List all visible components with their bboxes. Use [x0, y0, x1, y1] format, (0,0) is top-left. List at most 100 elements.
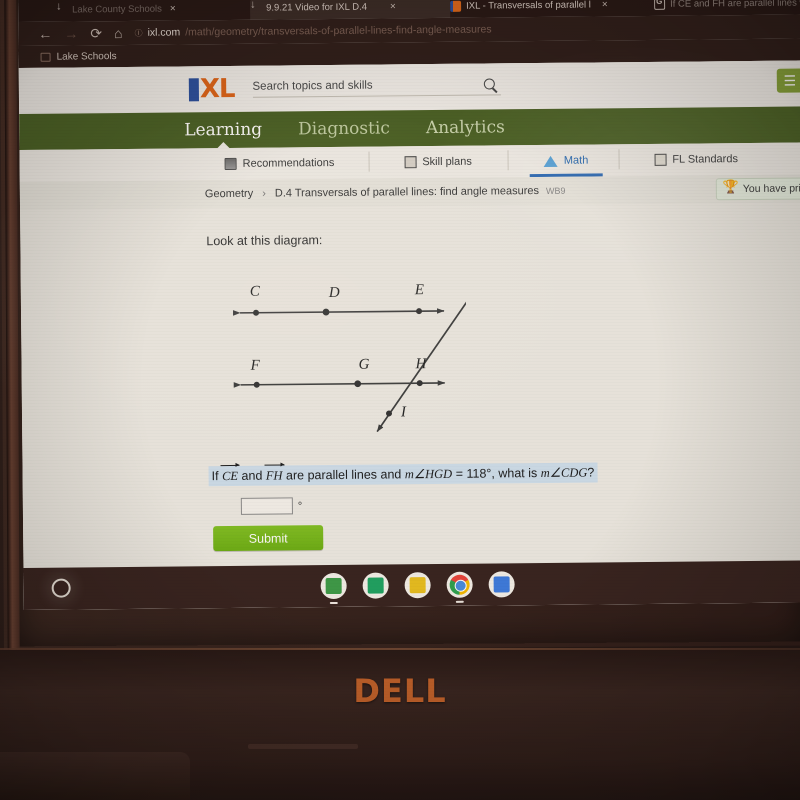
- generic-icon: [56, 5, 67, 16]
- browser-tab-3[interactable]: If CE and FH are parallel lines w: [654, 0, 800, 16]
- ixl-icon: [450, 0, 462, 12]
- browser-tab-title: If CE and FH are parallel lines w: [670, 0, 800, 10]
- divider: [618, 149, 620, 170]
- question-mark: ?: [587, 465, 595, 480]
- answer-input[interactable]: [240, 497, 293, 515]
- running-indicator: [455, 600, 464, 603]
- awards-notification[interactable]: You have pri: [715, 177, 800, 201]
- address-bar[interactable]: Ⓘ ixl.com /math/geometry/transversals-of…: [134, 19, 786, 41]
- breadcrumb-skill: D.4 Transversals of parallel lines: find…: [274, 185, 540, 200]
- nav-item-diagnostic[interactable]: Diagnostic: [298, 118, 390, 139]
- nav-item-learning[interactable]: Learning: [184, 120, 262, 141]
- keep-icon[interactable]: [404, 572, 431, 599]
- degree-symbol: °: [297, 499, 303, 512]
- close-icon[interactable]: ×: [170, 3, 176, 14]
- classroom-icon[interactable]: [320, 572, 347, 605]
- question-text: If CE and FH are parallel lines and m∠HG…: [208, 462, 598, 487]
- label-I: I: [400, 404, 407, 420]
- launcher-circle-icon[interactable]: [51, 578, 71, 598]
- breadcrumb-skill-code: WB9: [545, 185, 566, 196]
- breadcrumb-separator: ›: [262, 187, 266, 200]
- standards-clipboard-icon: [654, 153, 667, 166]
- question-tail: , what is: [491, 466, 538, 481]
- laptop-base-left-corner: [0, 752, 190, 800]
- browser-tab-1[interactable]: 9.9.21 Video for IXL D.4 ×: [249, 0, 451, 20]
- trophy-icon: [723, 182, 737, 196]
- forward-icon[interactable]: →: [64, 25, 78, 41]
- back-icon[interactable]: ←: [38, 26, 52, 42]
- running-indicator: [329, 601, 338, 605]
- laptop-screen: Lake County Schools × 9.9.21 Video for I…: [18, 0, 800, 610]
- url-path: /math/geometry/transversals-of-parallel-…: [185, 23, 492, 39]
- tab-math[interactable]: Math: [507, 145, 589, 177]
- divider: [507, 150, 509, 171]
- tab-recommendations[interactable]: Recommendations: [224, 147, 334, 180]
- lock-icon: Ⓘ: [134, 28, 143, 38]
- browser-tab-title: IXL - Transversals of parallel l: [466, 0, 591, 12]
- trackpad-edge: [248, 744, 358, 749]
- math-triangle-icon: [543, 155, 558, 167]
- tab-label: FL Standards: [672, 153, 738, 166]
- skill-plans-icon: [404, 156, 417, 169]
- logo-bar: [188, 77, 199, 101]
- logo-text: XL: [199, 73, 235, 104]
- search-placeholder: Search topics and skills: [252, 79, 373, 93]
- question-equals: =: [455, 466, 464, 481]
- dell-brand-logo: DELL: [0, 672, 800, 710]
- question-line-ce: CE: [221, 468, 239, 484]
- question-and: and: [241, 468, 263, 483]
- question-line-fh: FH: [265, 468, 283, 483]
- tab-label: Math: [563, 154, 589, 167]
- docs-icon[interactable]: [488, 571, 515, 598]
- chrome-icon[interactable]: [446, 571, 473, 603]
- chromeos-shelf: [23, 560, 800, 610]
- label-F: F: [249, 358, 260, 374]
- account-menu-button[interactable]: ☰: [776, 68, 800, 93]
- question-middle: are parallel lines and: [285, 467, 402, 483]
- point-C: [253, 309, 260, 316]
- home-icon[interactable]: ⌂: [114, 25, 123, 41]
- label-D: D: [328, 285, 340, 301]
- ixl-logo[interactable]: XL: [188, 73, 235, 104]
- tab-label: Recommendations: [242, 156, 335, 170]
- line-FH: [233, 380, 446, 388]
- label-E: E: [414, 282, 424, 298]
- ixl-header: XL Search topics and skills ☰: [18, 60, 800, 114]
- search-icon[interactable]: [483, 78, 495, 90]
- close-icon[interactable]: ×: [390, 1, 396, 12]
- tab-fl-standards[interactable]: FL Standards: [618, 143, 738, 176]
- dell-brand-text: DELL: [353, 672, 447, 710]
- label-H: H: [414, 356, 427, 372]
- point-F: [253, 381, 260, 388]
- search-input[interactable]: Search topics and skills: [252, 77, 501, 98]
- point-D: [322, 308, 330, 316]
- question-angle-value: 118°: [466, 466, 492, 481]
- point-H: [416, 380, 423, 387]
- reload-icon[interactable]: ⟳: [90, 25, 102, 41]
- question-angle-given: m∠HGD: [404, 466, 453, 482]
- close-icon[interactable]: ×: [602, 0, 608, 10]
- line-CE: [233, 308, 445, 316]
- nav-item-analytics[interactable]: Analytics: [426, 117, 505, 138]
- problem-area: Look at this diagram: C D E F G H I If C…: [20, 202, 800, 610]
- sheets-icon[interactable]: [362, 572, 389, 599]
- url-host: ixl.com: [147, 26, 181, 39]
- recommendations-icon: [224, 157, 237, 171]
- problem-prompt: Look at this diagram:: [206, 233, 323, 249]
- breadcrumb-subject[interactable]: Geometry: [205, 188, 253, 200]
- browser-tab-2[interactable]: IXL - Transversals of parallel l ×: [450, 0, 645, 18]
- tab-skill-plans[interactable]: Skill plans: [368, 146, 472, 179]
- label-G: G: [358, 357, 369, 373]
- laptop-photo: Lake County Schools × 9.9.21 Video for I…: [0, 0, 800, 800]
- tab-label: Skill plans: [422, 155, 472, 169]
- question-angle-asked: m∠CDG: [540, 465, 588, 481]
- label-C: C: [250, 284, 261, 300]
- question-if: If: [211, 469, 219, 484]
- download-icon: [250, 3, 261, 14]
- submit-button[interactable]: Submit: [213, 525, 324, 552]
- ixl-page: XL Search topics and skills ☰ Learning D…: [18, 60, 800, 610]
- point-G: [354, 380, 362, 388]
- bookmark-lake-schools[interactable]: Lake Schools: [57, 51, 117, 63]
- point-E: [416, 308, 423, 315]
- browser-tab-0[interactable]: Lake County Schools ×: [56, 0, 236, 22]
